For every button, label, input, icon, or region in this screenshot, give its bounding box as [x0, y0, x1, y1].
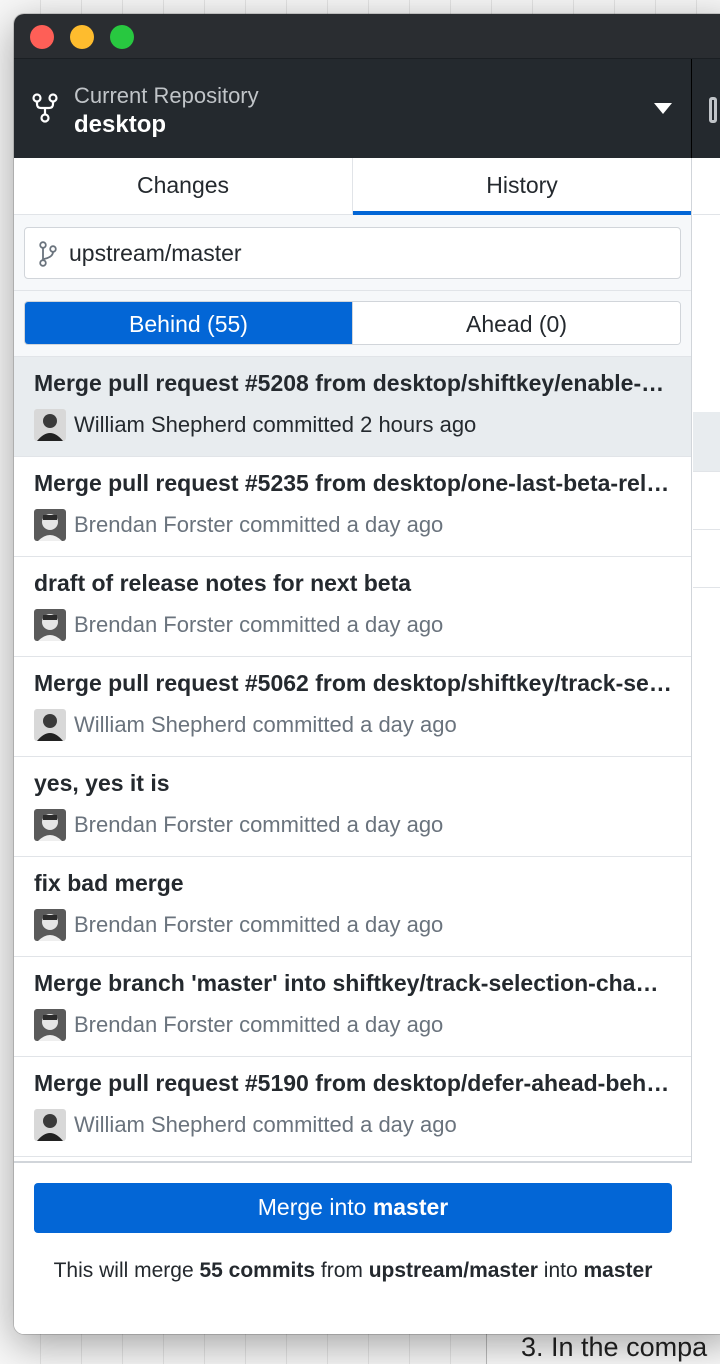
compare-toggle: Behind (55) Ahead (0) [24, 301, 681, 345]
merge-panel: Merge into master This will merge 55 com… [14, 1161, 692, 1334]
avatar [34, 1009, 66, 1041]
commit-title: draft of release notes for next beta [34, 570, 412, 596]
commit-title: Merge pull request #5235 from desktop/on… [34, 470, 672, 496]
commit-list-item[interactable]: draft of release notes for next beta Bre… [14, 557, 691, 657]
repository-name: desktop [74, 111, 167, 138]
merge-desc-text: This will merge [53, 1259, 200, 1282]
commit-meta: William Shepherd committed 2 hours ago [74, 412, 477, 437]
tab-changes[interactable]: Changes [14, 158, 352, 214]
compare-toggle-area: Behind (55) Ahead (0) [14, 291, 691, 357]
app-window: Current Repository desktop Changes Histo… [14, 14, 720, 1334]
branch-filter-value: upstream/master [69, 240, 242, 266]
merge-button-branch: master [372, 1194, 449, 1220]
merge-target-branch: master [583, 1259, 653, 1282]
merge-desc-text: into [537, 1259, 584, 1282]
avatar [34, 709, 66, 741]
avatar [34, 909, 66, 941]
behind-button[interactable]: Behind (55) [25, 302, 352, 344]
avatar [34, 809, 66, 841]
commit-detail-pane [693, 158, 720, 1334]
commit-list-item[interactable]: Merge pull request #5190 from desktop/de… [14, 1057, 691, 1157]
commit-list-item[interactable]: Merge pull request #5208 from desktop/sh… [14, 357, 691, 457]
current-repository-button[interactable]: Current Repository desktop [14, 59, 692, 159]
detail-row[interactable] [693, 472, 720, 530]
commit-title: yes, yes it is [34, 770, 170, 796]
branch-filter-input[interactable]: upstream/master [24, 227, 681, 279]
maximize-window-button[interactable] [110, 25, 134, 49]
commit-meta: William Shepherd committed a day ago [74, 1112, 457, 1137]
commit-title: Merge branch 'master' into shiftkey/trac… [34, 970, 672, 996]
commit-meta: Brendan Forster committed a day ago [74, 1012, 444, 1037]
minimize-window-button[interactable] [70, 25, 94, 49]
merge-desc-text: from [315, 1259, 369, 1282]
commit-list-item[interactable]: yes, yes it is Brendan Forster committed… [14, 757, 691, 857]
branch-icon [709, 97, 717, 123]
commit-list: Merge pull request #5208 from desktop/sh… [14, 357, 691, 1158]
merge-source-branch: upstream/master [368, 1259, 538, 1282]
commit-title: Merge pull request #5208 from desktop/sh… [34, 370, 672, 396]
commit-meta: Brendan Forster committed a day ago [74, 612, 444, 637]
commit-title: fix bad merge [34, 870, 184, 896]
merge-description: This will merge 55 commits from upstream… [44, 1255, 662, 1287]
ahead-button[interactable]: Ahead (0) [352, 302, 680, 344]
avatar [34, 409, 66, 441]
toolbar: Current Repository desktop [14, 58, 720, 159]
tab-bar: Changes History [14, 158, 691, 215]
merge-button-label: Merge into [257, 1194, 373, 1220]
commit-meta: Brendan Forster committed a day ago [74, 912, 444, 937]
detail-header [693, 158, 720, 215]
title-bar [14, 14, 720, 58]
current-branch-button[interactable] [693, 59, 720, 159]
avatar [34, 1109, 66, 1141]
commit-meta: Brendan Forster committed a day ago [74, 812, 444, 837]
avatar [34, 509, 66, 541]
branch-filter-area: upstream/master [14, 215, 691, 291]
repo-forked-icon [32, 93, 58, 123]
commit-list-item[interactable]: Merge branch 'master' into shiftkey/trac… [14, 957, 691, 1057]
sidebar: Changes History upstream/master Behind (… [14, 158, 692, 1334]
merge-into-branch-button[interactable]: Merge into master [34, 1183, 672, 1233]
tab-history[interactable]: History [352, 158, 691, 215]
current-repository-label: Current Repository [74, 83, 259, 108]
detail-row[interactable] [693, 412, 720, 472]
commit-meta: William Shepherd committed a day ago [74, 712, 457, 737]
merge-commit-count: 55 commits [199, 1259, 316, 1282]
commit-list-item[interactable]: Merge pull request #5062 from desktop/sh… [14, 657, 691, 757]
commit-title: Merge pull request #5062 from desktop/sh… [34, 670, 672, 696]
commit-title: Merge pull request #5190 from desktop/de… [34, 1070, 672, 1096]
triangle-down-icon [654, 103, 672, 114]
commit-list-item[interactable]: Merge pull request #5235 from desktop/on… [14, 457, 691, 557]
git-branch-icon [39, 241, 57, 267]
commit-meta: Brendan Forster committed a day ago [74, 512, 444, 537]
commit-list-item[interactable]: fix bad merge Brendan Forster committed … [14, 857, 691, 957]
avatar [34, 609, 66, 641]
detail-row[interactable] [693, 530, 720, 588]
close-window-button[interactable] [30, 25, 54, 49]
